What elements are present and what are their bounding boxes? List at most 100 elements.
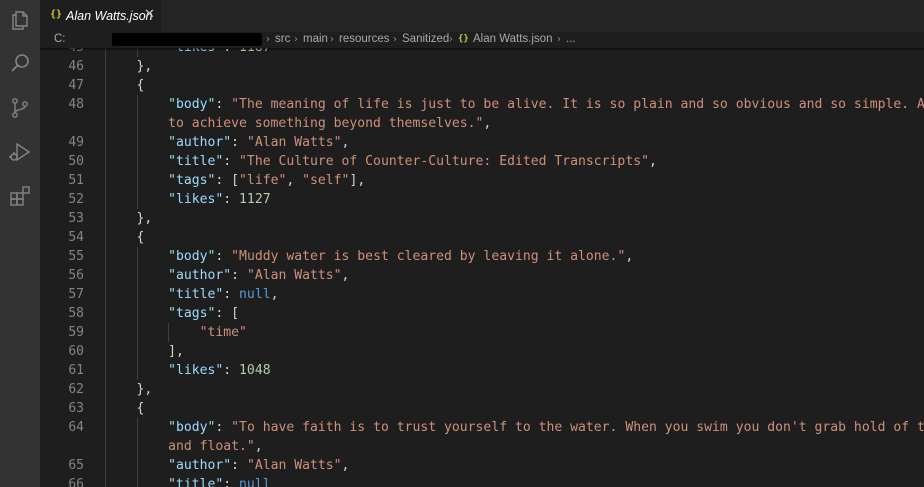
code-token: to achieve something beyond themselves." [105, 116, 484, 131]
code-token: "self" [302, 173, 350, 188]
code-line[interactable]: 59 "time" [40, 323, 924, 342]
line-number: 57 [68, 287, 84, 302]
code-line[interactable]: 61 "likes": 1048 [40, 361, 924, 380]
code-token: "likes" [168, 192, 224, 207]
code-line[interactable]: 56 "author": "Alan Watts", [40, 266, 924, 285]
code-token: "title" [168, 477, 224, 487]
code-line[interactable]: 53 }, [40, 209, 924, 228]
breadcrumb-segment-resources[interactable]: resources [339, 32, 390, 47]
code-text: "tags": ["life", "self"], [105, 171, 365, 190]
code-line[interactable]: and float.", [40, 437, 924, 456]
code-token: : [223, 192, 240, 207]
code-token: null [239, 287, 271, 302]
code-text: "tags": [ [105, 304, 239, 323]
code-token: : [223, 363, 240, 378]
code-token: "tags" [168, 306, 216, 321]
code-token: and float." [105, 439, 255, 454]
redacted-path [112, 33, 262, 46]
code-token: { [105, 230, 145, 245]
line-number: 59 [68, 325, 84, 340]
indent-guide [136, 418, 138, 487]
code-text: }, [105, 380, 153, 399]
code-editor[interactable]: 45 "likes": 118746 },47 {48 "body": "The… [40, 48, 924, 487]
code-token: "To have faith is to trust yourself to t… [231, 420, 924, 435]
code-line[interactable]: 55 "body": "Muddy water is best cleared … [40, 247, 924, 266]
code-line[interactable]: to achieve something beyond themselves."… [40, 114, 924, 133]
breadcrumb-file[interactable]: Alan Watts.json [473, 32, 552, 47]
chevron-right-icon: › [266, 34, 270, 45]
code-line[interactable]: 57 "title": null, [40, 285, 924, 304]
code-line[interactable]: 65 "author": "Alan Watts", [40, 456, 924, 475]
code-token: , [254, 439, 263, 454]
breadcrumb-drive[interactable]: C: [54, 32, 66, 47]
explorer-icon[interactable] [8, 8, 32, 32]
code-line[interactable]: 60 ], [40, 342, 924, 361]
source-control-icon[interactable] [8, 96, 32, 120]
code-token: , [341, 458, 350, 473]
code-line[interactable]: 66 "title": null [40, 475, 924, 487]
code-token: , [270, 287, 279, 302]
run-debug-icon[interactable] [8, 140, 32, 164]
indent-guide [168, 323, 170, 342]
line-number: 62 [68, 382, 84, 397]
breadcrumb-segment-sanitized[interactable]: Sanitized [402, 32, 449, 47]
json-file-icon: {} [50, 9, 63, 20]
line-number: 60 [68, 344, 84, 359]
code-token: : [223, 477, 240, 487]
code-token: { [105, 78, 145, 93]
extensions-icon[interactable] [8, 184, 32, 208]
code-text: ], [105, 342, 184, 361]
breadcrumb: C: › src › main › resources › Sanitized … [40, 32, 924, 48]
code-line[interactable]: 62 }, [40, 380, 924, 399]
code-token: "body" [168, 97, 216, 112]
code-line[interactable]: 49 "author": "Alan Watts", [40, 133, 924, 152]
code-text: and float.", [105, 437, 263, 456]
code-line[interactable]: 64 "body": "To have faith is to trust yo… [40, 418, 924, 437]
breadcrumb-segment-main[interactable]: main [303, 32, 328, 47]
code-text: to achieve something beyond themselves."… [105, 114, 491, 133]
json-file-icon: {} [458, 34, 469, 44]
chevron-right-icon: › [294, 34, 298, 45]
line-number: 61 [68, 363, 84, 378]
code-token: : [231, 268, 247, 283]
code-line[interactable]: 51 "tags": ["life", "self"], [40, 171, 924, 190]
code-token: "title" [168, 287, 224, 302]
code-token: "body" [168, 420, 216, 435]
code-token: null [239, 477, 271, 487]
chevron-right-icon: › [330, 34, 334, 45]
line-number: 49 [68, 135, 84, 150]
tab-bar: {} Alan Watts.json ✕ [40, 0, 924, 32]
code-line[interactable]: 48 "body": "The meaning of life is just … [40, 95, 924, 114]
code-token: : [231, 135, 247, 150]
code-token: ], [105, 344, 184, 359]
breadcrumb-symbol[interactable]: ... [566, 32, 576, 47]
code-line[interactable]: 50 "title": "The Culture of Counter-Cult… [40, 152, 924, 171]
code-token: "Muddy water is best cleared by leaving … [231, 249, 626, 264]
code-token: : [215, 420, 232, 435]
code-token: "author" [168, 135, 232, 150]
code-text: { [105, 228, 145, 247]
close-icon[interactable]: ✕ [144, 7, 155, 23]
code-token: "tags" [168, 173, 216, 188]
code-line[interactable]: 47 { [40, 76, 924, 95]
code-text: "author": "Alan Watts", [105, 456, 349, 475]
code-token: "likes" [168, 363, 224, 378]
code-text: { [105, 399, 145, 418]
code-line[interactable]: 52 "likes": 1127 [40, 190, 924, 209]
code-line[interactable]: 54 { [40, 228, 924, 247]
code-text: }, [105, 209, 153, 228]
code-token: { [105, 401, 145, 416]
code-line[interactable]: 58 "tags": [ [40, 304, 924, 323]
code-text: "likes": 1127 [105, 190, 271, 209]
search-icon[interactable] [8, 52, 32, 76]
line-number: 54 [68, 230, 84, 245]
line-number: 47 [68, 78, 84, 93]
code-token: "life" [239, 173, 287, 188]
tab-alan-watts-json[interactable]: {} Alan Watts.json ✕ [40, 0, 161, 32]
line-number: 63 [68, 401, 84, 416]
code-line[interactable]: 46 }, [40, 57, 924, 76]
code-line[interactable]: 63 { [40, 399, 924, 418]
breadcrumb-segment-src[interactable]: src [275, 32, 290, 47]
code-token: 1127 [239, 192, 271, 207]
code-text: "author": "Alan Watts", [105, 133, 349, 152]
